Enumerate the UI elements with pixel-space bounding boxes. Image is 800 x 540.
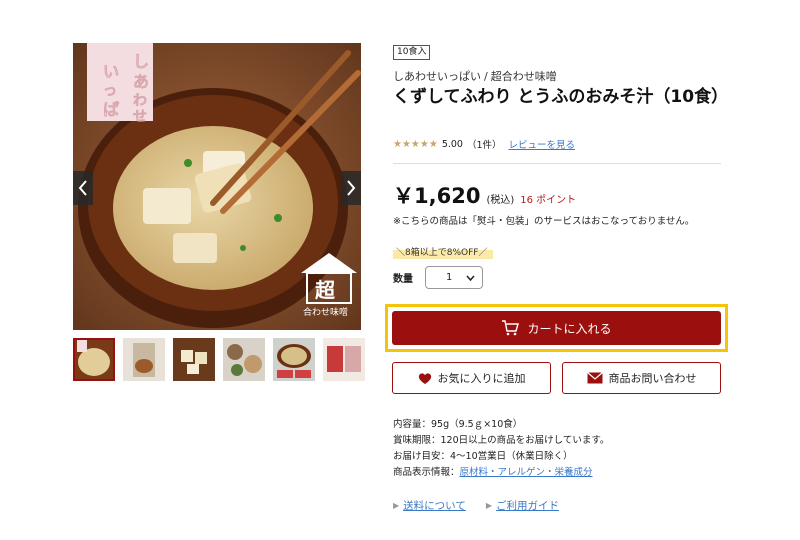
product-main-image[interactable]: し あ わ せ い っ ぱ 超 合わせ味噌	[73, 43, 361, 330]
series-name[interactable]: 超合わせ味噌	[491, 70, 557, 83]
thumbnail-2[interactable]	[123, 338, 165, 381]
add-to-cart-label: カートに入れる	[527, 321, 612, 336]
rating-value: 5.00	[441, 138, 463, 150]
svg-text:い: い	[103, 62, 119, 81]
chevron-down-icon	[466, 275, 475, 281]
content-amount: 内容量：95g（9.5ｇ×10食）	[393, 419, 523, 430]
brand-separator: /	[484, 70, 488, 83]
guide-link[interactable]: ご利用ガイド	[496, 498, 559, 513]
brand-name[interactable]: しあわせいっぱい	[393, 70, 481, 83]
caret-right-icon: ▶	[393, 501, 400, 510]
svg-text:わ: わ	[133, 93, 147, 109]
svg-text:し: し	[133, 52, 149, 71]
price-row: ￥1,620 (税込) 16 ポイント	[393, 180, 576, 210]
brand-line: しあわせいっぱい / 超合わせ味噌	[393, 68, 557, 84]
footer-links: ▶ 送料について ▶ ご利用ガイド	[393, 498, 559, 513]
shipping-link[interactable]: 送料について	[403, 498, 466, 513]
rating-row: ★★★★★ 5.00 （1件） レビューを見る	[393, 137, 576, 152]
quantity-select[interactable]: 1	[425, 266, 483, 289]
gallery-prev-button[interactable]	[73, 171, 93, 205]
thumbnail-1[interactable]	[73, 338, 115, 381]
divider	[393, 163, 721, 164]
thumbnail-3[interactable]	[173, 338, 215, 381]
chevron-left-icon	[78, 180, 87, 196]
label-info-row: 商品表示情報：原材料・アレルゲン・栄養成分	[393, 465, 609, 481]
add-favorite-label: お気に入りに追加	[437, 372, 526, 385]
quantity-row: 数量 1	[393, 266, 483, 289]
quantity-label: 数量	[393, 274, 413, 285]
guide-link-item: ▶ ご利用ガイド	[486, 498, 559, 513]
caret-right-icon: ▶	[485, 501, 492, 510]
svg-text:せ: せ	[133, 109, 147, 125]
quantity-value: 1	[446, 272, 453, 283]
product-inquiry-button[interactable]: 商品お問い合わせ	[562, 362, 721, 394]
product-inquiry-label: 商品お問い合わせ	[608, 372, 697, 385]
price: ￥1,620	[393, 184, 481, 208]
heart-icon	[418, 372, 431, 384]
add-favorite-button[interactable]: お気に入りに追加	[392, 362, 551, 394]
chevron-right-icon	[347, 180, 356, 196]
product-details: 内容量：95g（9.5ｇ×10食） 賞味期限：120日以上の商品をお届けしていま…	[393, 417, 609, 481]
svg-text:超: 超	[314, 278, 336, 302]
delivery-estimate: お届け目安：4～10営業日（休業日除く）	[393, 451, 573, 462]
svg-text:合わせ味噌: 合わせ味噌	[303, 306, 348, 318]
thumbnail-5[interactable]	[273, 338, 315, 381]
svg-text:っ: っ	[103, 83, 117, 99]
svg-text:ぱ: ぱ	[103, 100, 119, 119]
review-link[interactable]: レビューを見る	[509, 137, 576, 151]
thumbnail-strip	[73, 338, 365, 381]
wrapping-notice: ※こちらの商品は「熨斗・包装」のサービスはおこなっておりません。	[393, 216, 695, 227]
ingredients-link[interactable]: 原材料・アレルゲン・栄養成分	[460, 467, 593, 478]
cart-icon	[502, 320, 520, 336]
label-info-title: 商品表示情報：	[393, 467, 460, 478]
points: 16 ポイント	[520, 195, 577, 206]
mail-icon	[586, 372, 603, 384]
product-title: くずしてふわり とうふのおみそ汁（10食）	[393, 87, 729, 107]
thumbnail-6[interactable]	[323, 338, 365, 381]
svg-text:あ: あ	[133, 72, 149, 91]
promo-banner: ＼8箱以上で8%OFF／	[393, 244, 494, 259]
rating-stars-icon: ★★★★★	[393, 138, 438, 150]
review-count: （1件）	[466, 140, 502, 151]
add-to-cart-button[interactable]: カートに入れる	[392, 311, 721, 345]
thumbnail-4[interactable]	[223, 338, 265, 381]
gallery-next-button[interactable]	[341, 171, 361, 205]
tax-label: (税込)	[486, 195, 515, 206]
expiry-info: 賞味期限：120日以上の商品をお届けしています。	[393, 435, 610, 446]
pack-count-badge: 10食入	[393, 45, 431, 60]
shipping-link-item: ▶ 送料について	[393, 498, 466, 513]
